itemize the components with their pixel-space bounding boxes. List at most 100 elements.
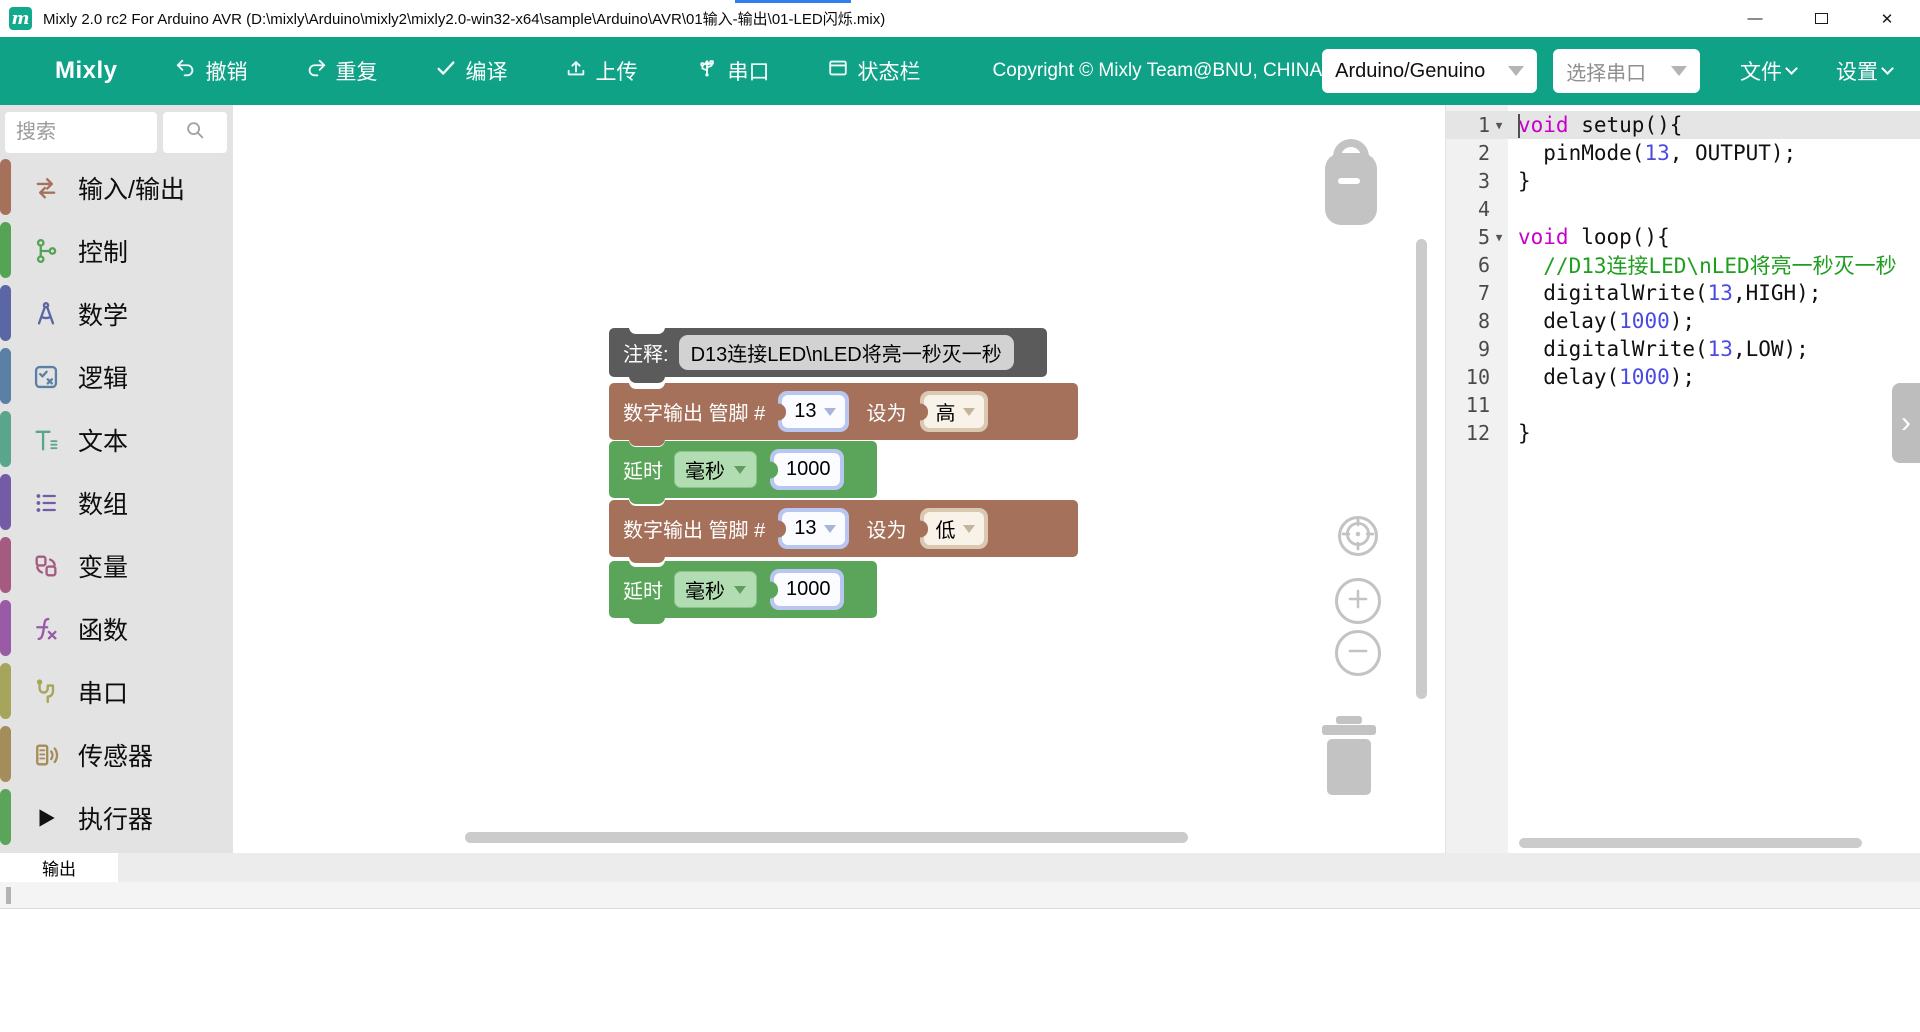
sidebar-item-text[interactable]: 文本 xyxy=(0,408,233,471)
sidebar-item-sensor[interactable]: 传感器 xyxy=(0,723,233,786)
minimize-button[interactable]: — xyxy=(1722,0,1788,37)
code-line[interactable]: 7 digitalWrite(13,HIGH); xyxy=(1446,279,1920,307)
search-row xyxy=(0,105,233,153)
toolbar-button-状态栏[interactable]: 状态栏 xyxy=(827,56,921,86)
search-button[interactable] xyxy=(163,112,227,153)
ms-value[interactable]: 1000 xyxy=(786,458,831,481)
search-icon xyxy=(184,119,206,146)
level-value[interactable]: 高 xyxy=(936,397,956,426)
code-line[interactable]: 11 xyxy=(1446,391,1920,419)
close-button[interactable]: ✕ xyxy=(1854,0,1920,37)
block-digital-write-1[interactable]: 数字输出 管脚 # 13 设为 高 xyxy=(609,383,1078,440)
ms-number-block[interactable]: 1000 xyxy=(770,569,844,610)
menu-settings[interactable]: 设置 xyxy=(1836,56,1892,86)
code-line[interactable]: 6 //D13连接LED\nLED将亮一秒灭一秒 xyxy=(1446,251,1920,279)
category-label: 函数 xyxy=(78,611,128,647)
unit-dropdown[interactable]: 毫秒 xyxy=(674,571,757,608)
workspace-vertical-scrollbar[interactable] xyxy=(1416,239,1427,699)
toolbar-button-label: 撤销 xyxy=(206,56,248,86)
board-select[interactable]: Arduino/Genuino xyxy=(1322,49,1537,93)
sidebar-item-io[interactable]: 输入/输出 xyxy=(0,156,233,219)
code-horizontal-scrollbar[interactable] xyxy=(1519,838,1862,848)
pin-number-block[interactable]: 13 xyxy=(778,508,848,549)
blockly-workspace[interactable]: 注释: D13连接LED\nLED将亮一秒灭一秒 数字输出 管脚 # 13 设为… xyxy=(233,105,1445,853)
zoom-out-button[interactable] xyxy=(1335,630,1381,676)
pin-number-block[interactable]: 13 xyxy=(778,391,848,432)
redo-icon xyxy=(305,57,327,85)
code-line[interactable]: 12} xyxy=(1446,419,1920,447)
code-line[interactable]: 1▼void setup(){ xyxy=(1446,111,1920,139)
code-line[interactable]: 5▼void loop(){ xyxy=(1446,223,1920,251)
fold-toggle-icon[interactable]: ▼ xyxy=(1490,231,1508,244)
level-block[interactable]: 高 xyxy=(920,391,988,432)
tab-output[interactable]: 输出 xyxy=(0,853,118,882)
block-comment[interactable]: 注释: D13连接LED\nLED将亮一秒灭一秒 xyxy=(609,328,1047,377)
code-line[interactable]: 4 xyxy=(1446,195,1920,223)
fold-toggle-icon[interactable]: ▼ xyxy=(1490,119,1508,132)
trash-icon[interactable] xyxy=(1317,713,1381,802)
toolbar-button-重复[interactable]: 重复 xyxy=(305,56,378,86)
dropdown-caret-icon xyxy=(963,525,975,533)
toolbar-button-编译[interactable]: 编译 xyxy=(435,56,508,86)
port-select[interactable]: 选择串口 xyxy=(1553,49,1700,93)
backpack-icon[interactable] xyxy=(1317,133,1385,238)
code-line[interactable]: 9 digitalWrite(13,LOW); xyxy=(1446,335,1920,363)
zoom-in-button[interactable] xyxy=(1335,578,1381,624)
ms-value[interactable]: 1000 xyxy=(786,578,831,601)
sidebar-item-variable[interactable]: 变量 xyxy=(0,534,233,597)
maximize-button[interactable] xyxy=(1788,0,1854,37)
block-delay-2[interactable]: 延时 毫秒 1000 xyxy=(609,561,877,618)
category-label: 变量 xyxy=(78,548,128,584)
main-toolbar: Mixly 撤销重复编译上传串口状态栏 Copyright © Mixly Te… xyxy=(0,37,1920,105)
code-text: //D13连接LED\nLED将亮一秒灭一秒 xyxy=(1508,250,1897,280)
mixly-logo-icon: m xyxy=(9,7,32,30)
code-line[interactable]: 2 pinMode(13, OUTPUT); xyxy=(1446,139,1920,167)
level-block[interactable]: 低 xyxy=(920,508,988,549)
maximize-icon xyxy=(1815,13,1828,24)
brand-mixly: Mixly xyxy=(55,57,118,85)
menu-file[interactable]: 文件 xyxy=(1740,56,1796,86)
block-delay-1[interactable]: 延时 毫秒 1000 xyxy=(609,441,877,498)
search-input[interactable] xyxy=(5,112,157,153)
block-digital-write-2[interactable]: 数字输出 管脚 # 13 设为 低 xyxy=(609,500,1078,557)
toolbar-button-撤销[interactable]: 撤销 xyxy=(175,56,248,86)
code-line[interactable]: 10 delay(1000); xyxy=(1446,363,1920,391)
line-number: 12 xyxy=(1446,421,1490,445)
output-scrollbar[interactable] xyxy=(6,887,11,904)
sidebar-item-function[interactable]: 函数 xyxy=(0,597,233,660)
line-number: 3 xyxy=(1446,169,1490,193)
unit-dropdown[interactable]: 毫秒 xyxy=(674,451,757,488)
function-icon xyxy=(31,614,61,644)
code-lines: 1▼void setup(){2 pinMode(13, OUTPUT);3}4… xyxy=(1446,111,1920,447)
sidebar-item-control[interactable]: 控制 xyxy=(0,219,233,282)
output-console[interactable] xyxy=(0,882,1920,909)
sidebar-item-actuator[interactable]: 执行器 xyxy=(0,786,233,849)
pin-value[interactable]: 13 xyxy=(794,517,816,540)
category-color-bar xyxy=(0,411,11,467)
code-line[interactable]: 8 delay(1000); xyxy=(1446,307,1920,335)
category-color-bar xyxy=(0,159,11,215)
panel-collapse-button[interactable]: › xyxy=(1892,383,1920,463)
sensor-icon xyxy=(31,740,61,770)
board-select-value: Arduino/Genuino xyxy=(1335,60,1485,83)
code-panel[interactable]: 1▼void setup(){2 pinMode(13, OUTPUT);3}4… xyxy=(1445,105,1920,853)
dropdown-caret-icon xyxy=(734,466,746,474)
ms-number-block[interactable]: 1000 xyxy=(770,449,844,490)
chevron-down-icon xyxy=(1508,66,1524,76)
toolbar-button-串口[interactable]: 串口 xyxy=(695,56,770,86)
code-line[interactable]: 3} xyxy=(1446,167,1920,195)
sidebar-item-math[interactable]: 数学 xyxy=(0,282,233,345)
undo-icon xyxy=(175,57,197,85)
category-color-bar xyxy=(0,348,11,404)
sidebar-item-serial[interactable]: 串口 xyxy=(0,660,233,723)
workspace-horizontal-scrollbar[interactable] xyxy=(465,832,1188,843)
line-number: 5 xyxy=(1446,225,1490,249)
comment-text-field[interactable]: D13连接LED\nLED将亮一秒灭一秒 xyxy=(679,335,1014,370)
level-value[interactable]: 低 xyxy=(936,514,956,543)
zoom-reset-button[interactable] xyxy=(1338,516,1378,556)
line-number: 2 xyxy=(1446,141,1490,165)
pin-value[interactable]: 13 xyxy=(794,400,816,423)
sidebar-item-array[interactable]: 数组 xyxy=(0,471,233,534)
sidebar-item-logic[interactable]: 逻辑 xyxy=(0,345,233,408)
toolbar-button-上传[interactable]: 上传 xyxy=(565,56,638,86)
